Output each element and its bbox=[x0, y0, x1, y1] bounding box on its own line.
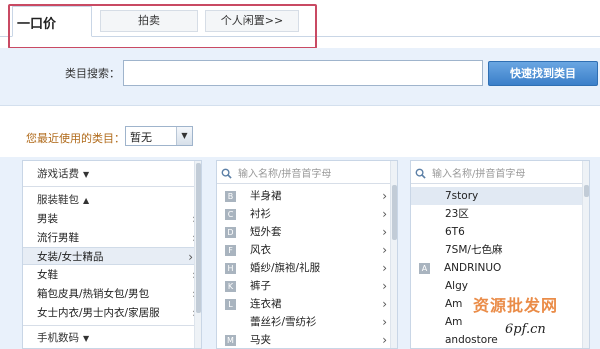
subcategory-item[interactable]: B 半身裙 › bbox=[225, 187, 387, 205]
search-icon bbox=[415, 168, 426, 179]
category-group-games[interactable]: 游戏话费 ▼ bbox=[37, 165, 197, 183]
subcategory-item[interactable]: D 短外套 › bbox=[225, 223, 387, 241]
category-item[interactable]: 女鞋› bbox=[37, 266, 197, 284]
column-search-field[interactable]: 输入名称/拼音首字母 bbox=[415, 165, 579, 181]
index-letter: F bbox=[225, 245, 236, 256]
category-item[interactable]: 男装› bbox=[37, 210, 197, 228]
category-column-level1: 游戏话费▼ 服装鞋包▲ 男装› 流行男鞋› 女装/女士精品› 女鞋› 箱包皮具/… bbox=[22, 160, 202, 349]
divider bbox=[23, 186, 194, 187]
annotation-highlight-box bbox=[8, 4, 317, 49]
scrollbar-thumb[interactable] bbox=[392, 185, 397, 240]
chevron-right-icon: › bbox=[382, 315, 387, 329]
subcategory-item[interactable]: L 连衣裙 › bbox=[225, 295, 387, 313]
column-search-field[interactable]: 输入名称/拼音首字母 bbox=[221, 165, 387, 181]
brand-item-highlighted[interactable]: 7story bbox=[411, 187, 583, 205]
index-letter: C bbox=[225, 209, 236, 220]
caret-up-icon: ▲ bbox=[83, 196, 90, 205]
brand-item[interactable]: 7SM/七色麻 bbox=[419, 241, 583, 259]
brand-item[interactable]: 6T6 bbox=[419, 223, 583, 241]
index-letter: K bbox=[225, 281, 236, 292]
scrollbar[interactable] bbox=[194, 161, 201, 348]
divider bbox=[217, 183, 390, 184]
caret-down-icon: ▼ bbox=[83, 334, 90, 343]
index-letter: A bbox=[419, 263, 430, 274]
dropdown-arrow-icon[interactable]: ▼ bbox=[176, 127, 192, 145]
index-letter: L bbox=[225, 299, 236, 310]
brand-item[interactable]: andostore bbox=[419, 331, 583, 348]
recent-category-select[interactable]: 暂无 ▼ bbox=[125, 126, 193, 146]
subcategory-item[interactable]: C 衬衫 › bbox=[225, 205, 387, 223]
subcategory-item[interactable]: K 裤子 › bbox=[225, 277, 387, 295]
chevron-right-icon: › bbox=[382, 225, 387, 239]
category-search-panel: 类目搜索： 快速找到类目 bbox=[0, 48, 600, 106]
category-item[interactable]: 女士内衣/男士内衣/家居服› bbox=[37, 304, 197, 322]
category-item[interactable]: 箱包皮具/热销女包/男包› bbox=[37, 285, 197, 303]
index-letter: H bbox=[225, 263, 236, 274]
chevron-right-icon: › bbox=[382, 279, 387, 293]
category-column-level2: 输入名称/拼音首字母 B 半身裙 › C 衬衫 › D 短外套 › F 风衣 › H 婚纱/旗袍/… bbox=[216, 160, 398, 349]
brand-item[interactable]: Am bbox=[419, 313, 583, 331]
column-search-placeholder: 输入名称/拼音首字母 bbox=[238, 169, 332, 180]
subcategory-item[interactable]: H 婚纱/旗袍/礼服 › bbox=[225, 259, 387, 277]
column-search-placeholder: 输入名称/拼音首字母 bbox=[432, 169, 526, 180]
subcategory-item[interactable]: 蕾丝衫/雪纺衫 › bbox=[225, 313, 387, 331]
tab-bar: 一口价 拍卖 个人闲置>> bbox=[0, 0, 600, 49]
category-column-level3: 输入名称/拼音首字母 7story 23区 6T6 7SM/七色麻 A ANDRI… bbox=[410, 160, 590, 349]
brand-item[interactable]: A ANDRINUO bbox=[419, 259, 583, 277]
brand-item[interactable]: Am bbox=[419, 295, 583, 313]
chevron-right-icon: › bbox=[382, 243, 387, 257]
category-item-selected[interactable]: 女装/女士精品 › bbox=[23, 247, 195, 265]
subcategory-item[interactable]: M 马夹 › bbox=[225, 331, 387, 348]
category-search-input[interactable] bbox=[123, 60, 483, 86]
quick-find-category-button[interactable]: 快速找到类目 bbox=[488, 61, 598, 86]
chevron-right-icon: › bbox=[188, 250, 193, 264]
scrollbar[interactable] bbox=[582, 161, 589, 348]
chevron-right-icon: › bbox=[382, 261, 387, 275]
category-group-apparel[interactable]: 服装鞋包 ▲ bbox=[37, 191, 197, 209]
subcategory-item[interactable]: F 风衣 › bbox=[225, 241, 387, 259]
index-letter: B bbox=[225, 191, 236, 202]
category-item[interactable]: 流行男鞋› bbox=[37, 229, 197, 247]
chevron-right-icon: › bbox=[382, 297, 387, 311]
divider bbox=[23, 325, 194, 326]
index-letter: M bbox=[225, 335, 236, 346]
category-group-digital[interactable]: 手机数码 ▼ bbox=[37, 329, 197, 347]
recent-category-label: 您最近使用的类目： bbox=[26, 132, 125, 145]
chevron-right-icon: › bbox=[382, 189, 387, 203]
caret-down-icon: ▼ bbox=[83, 170, 90, 179]
scrollbar-thumb[interactable] bbox=[196, 163, 201, 313]
search-icon bbox=[221, 168, 232, 179]
divider bbox=[411, 183, 582, 184]
scrollbar-thumb[interactable] bbox=[584, 185, 589, 197]
brand-item[interactable]: 23区 bbox=[419, 205, 583, 223]
recent-category-value: 暂无 bbox=[130, 131, 152, 144]
index-letter: D bbox=[225, 227, 236, 238]
chevron-right-icon: › bbox=[382, 207, 387, 221]
category-search-label: 类目搜索： bbox=[65, 67, 120, 80]
brand-item[interactable]: Algy bbox=[419, 277, 583, 295]
chevron-right-icon: › bbox=[382, 333, 387, 347]
scrollbar[interactable] bbox=[390, 161, 397, 348]
